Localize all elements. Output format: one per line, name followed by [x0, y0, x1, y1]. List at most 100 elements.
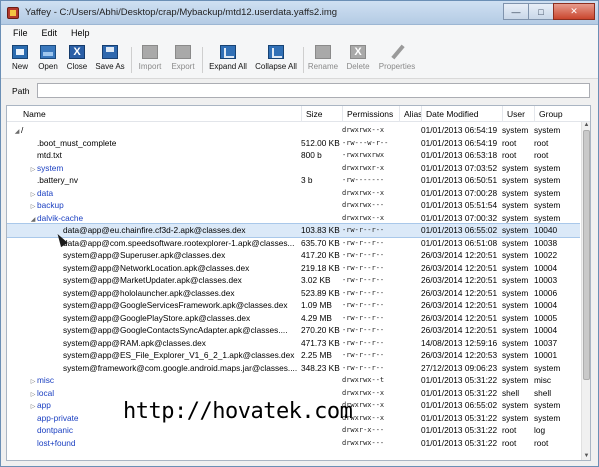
user-cell: root	[502, 425, 517, 435]
date-modified-cell: 01/01/2013 05:31:22	[421, 437, 498, 448]
tree-row[interactable]: ▷ backup drwxrwx--- 01/01/2013 05:51:54 syst…	[7, 199, 580, 212]
date-modified-cell: 01/01/2013 06:54:19	[421, 125, 498, 135]
tree-row[interactable]: system@app@ES_File_Explorer_V1_6_2_1.apk…	[7, 349, 580, 362]
collapse-all-label: Collapse All	[255, 62, 297, 71]
scroll-up-arrow[interactable]: ▲	[583, 122, 590, 129]
user-cell: system	[502, 287, 529, 298]
menu-file[interactable]: File	[7, 28, 36, 38]
column-alias[interactable]: Alias	[399, 106, 422, 122]
tree-row[interactable]: data@app@eu.chainfire.cf3d-2.apk@classes…	[7, 223, 580, 238]
user-cell: system	[502, 175, 529, 185]
delete-button[interactable]: X Delete	[343, 43, 373, 77]
date-modified-cell: 26/03/2014 12:20:51	[421, 312, 498, 323]
column-group[interactable]: Group	[534, 106, 580, 122]
tree-row[interactable]: ▷ system drwxrwxr-x 01/01/2013 07:03:52 syst…	[7, 162, 580, 175]
column-header: Name Size Permissions Alias Date Modifie…	[7, 106, 590, 122]
group-cell: 10005	[534, 312, 558, 323]
tree-row[interactable]: .boot_must_complete 512.00 KB -rw---w-r-- 0…	[7, 137, 580, 150]
column-name[interactable]: Name	[19, 106, 299, 122]
import-button[interactable]: Import	[135, 43, 165, 77]
tree-row[interactable]: lost+found drwxrwx--- 01/01/2013 05:31:22 r…	[7, 437, 580, 450]
close-file-button[interactable]: X Close	[63, 43, 91, 77]
name-cell: mtd.txt	[7, 149, 299, 162]
tree-row[interactable]: ◢ / drwxrwx--x 01/01/2013 06:54:19 system sys…	[7, 124, 580, 137]
column-user[interactable]: User	[502, 106, 534, 122]
name-cell: system@framework@com.google.android.maps…	[7, 362, 299, 375]
tree-row[interactable]: system@app@GoogleServicesFramework.apk@c…	[7, 299, 580, 312]
permissions-cell: -rw-------	[342, 176, 385, 184]
export-button[interactable]: Export	[168, 43, 198, 77]
folder-name: lost+found	[37, 437, 76, 448]
tree-row[interactable]: dontpanic drwxr-x--- 01/01/2013 05:31:22 ro…	[7, 424, 580, 437]
tree-row[interactable]: ◢ dalvik-cache drwxrwx--x 01/01/2013 07:00:…	[7, 212, 580, 225]
size-cell: 270.20 KB	[301, 325, 340, 335]
tree-row[interactable]: system@app@MarketUpdater.apk@classes.dex…	[7, 274, 580, 287]
user-cell: system	[502, 375, 529, 385]
properties-button[interactable]: Properties	[377, 43, 417, 77]
new-button[interactable]: New	[6, 43, 34, 77]
name-cell: system@app@GoogleContactsSyncAdapter.apk…	[7, 324, 299, 337]
column-permissions[interactable]: Permissions	[342, 106, 399, 122]
user-cell: root	[502, 150, 517, 160]
toolbar-separator	[202, 47, 203, 73]
name-cell: system@app@GoogleServicesFramework.apk@c…	[7, 299, 299, 312]
tree-row[interactable]: system@app@NetworkLocation.apk@classes.d…	[7, 262, 580, 275]
name-cell: system@app@MarketUpdater.apk@classes.dex	[7, 274, 299, 287]
user-cell: root	[502, 437, 517, 448]
group-cell: system	[534, 162, 561, 173]
tree-row[interactable]: system@app@Superuser.apk@classes.dex 417.…	[7, 249, 580, 262]
scrollbar-thumb[interactable]	[583, 130, 590, 380]
tree-row[interactable]: .battery_nv 3 b -rw------- 01/01/2013 06:50…	[7, 174, 580, 187]
tree-row[interactable]: system@app@hololauncher.apk@classes.dex 5…	[7, 287, 580, 300]
tree-row[interactable]: system@app@RAM.apk@classes.dex 471.73 KB -…	[7, 337, 580, 350]
path-input[interactable]	[37, 83, 590, 98]
date-modified-cell: 01/01/2013 07:00:28	[421, 187, 498, 198]
group-cell: system	[534, 362, 561, 373]
permissions-cell: drwxrwx--x	[342, 126, 385, 134]
file-name: .battery_nv	[37, 175, 79, 185]
yaffey-app-icon	[7, 7, 19, 19]
maximize-button[interactable]: □	[528, 3, 554, 20]
group-cell: root	[534, 437, 549, 448]
tree-row[interactable]: system@framework@com.google.android.maps…	[7, 362, 580, 375]
column-date-modified[interactable]: Date Modified	[421, 106, 502, 122]
permissions-cell: -rw-r--r--	[342, 338, 385, 347]
user-cell: system	[502, 362, 529, 373]
menu-help[interactable]: Help	[65, 28, 98, 38]
size-cell: 2.25 MB	[301, 350, 332, 360]
tree-row[interactable]: ▷ data drwxrwx--x 01/01/2013 07:00:28 system…	[7, 187, 580, 200]
tree-row[interactable]: ▷ local drwxrwx--x 01/01/2013 05:31:22 shell…	[7, 387, 580, 400]
group-cell: 10001	[534, 350, 558, 360]
group-cell: 10040	[534, 225, 558, 235]
scroll-down-arrow[interactable]: ▼	[583, 453, 590, 460]
permissions-cell: -rw-r--r--	[342, 238, 385, 247]
size-cell: 635.70 KB	[301, 237, 340, 248]
permissions-cell: -rw-r--r--	[342, 313, 385, 322]
minimize-button[interactable]: —	[503, 3, 529, 20]
date-modified-cell: 14/08/2013 12:59:16	[421, 337, 498, 348]
tree-row[interactable]: mtd.txt 800 b -rwxrwxrwx 01/01/2013 06:53:1…	[7, 149, 580, 162]
collapse-all-button[interactable]: Collapse All	[253, 43, 299, 77]
file-name: /	[21, 125, 24, 135]
group-cell: root	[534, 137, 549, 148]
tree-row[interactable]: data@app@com.speedsoftware.rootexplorer-…	[7, 237, 580, 250]
tree-row[interactable]: ▷ misc drwxrwx--t 01/01/2013 05:31:22 system…	[7, 374, 580, 387]
expand-all-button[interactable]: Expand All	[206, 43, 250, 77]
date-modified-cell: 26/03/2014 12:20:51	[421, 250, 498, 260]
tree-row[interactable]: system@app@GooglePlayStore.apk@classes.d…	[7, 312, 580, 325]
save-as-button[interactable]: Save As	[93, 43, 127, 77]
column-size[interactable]: Size	[301, 106, 342, 122]
tree-row[interactable]: system@app@GoogleContactsSyncAdapter.apk…	[7, 324, 580, 337]
file-name: system@app@GooglePlayStore.apk@classes.d…	[63, 312, 251, 323]
size-cell: 348.23 KB	[301, 362, 340, 373]
date-modified-cell: 01/01/2013 05:51:54	[421, 200, 498, 210]
file-name: mtd.txt	[37, 150, 62, 160]
date-modified-cell: 01/01/2013 06:55:02	[421, 225, 498, 235]
file-name: system@app@hololauncher.apk@classes.dex	[63, 287, 235, 298]
rename-button[interactable]: Rename	[307, 43, 339, 77]
open-button[interactable]: Open	[34, 43, 62, 77]
close-window-button[interactable]: ✕	[553, 3, 595, 20]
vertical-scrollbar[interactable]: ▲ ▼	[581, 122, 590, 460]
menu-edit[interactable]: Edit	[36, 28, 66, 38]
properties-pencil-icon	[390, 45, 404, 59]
